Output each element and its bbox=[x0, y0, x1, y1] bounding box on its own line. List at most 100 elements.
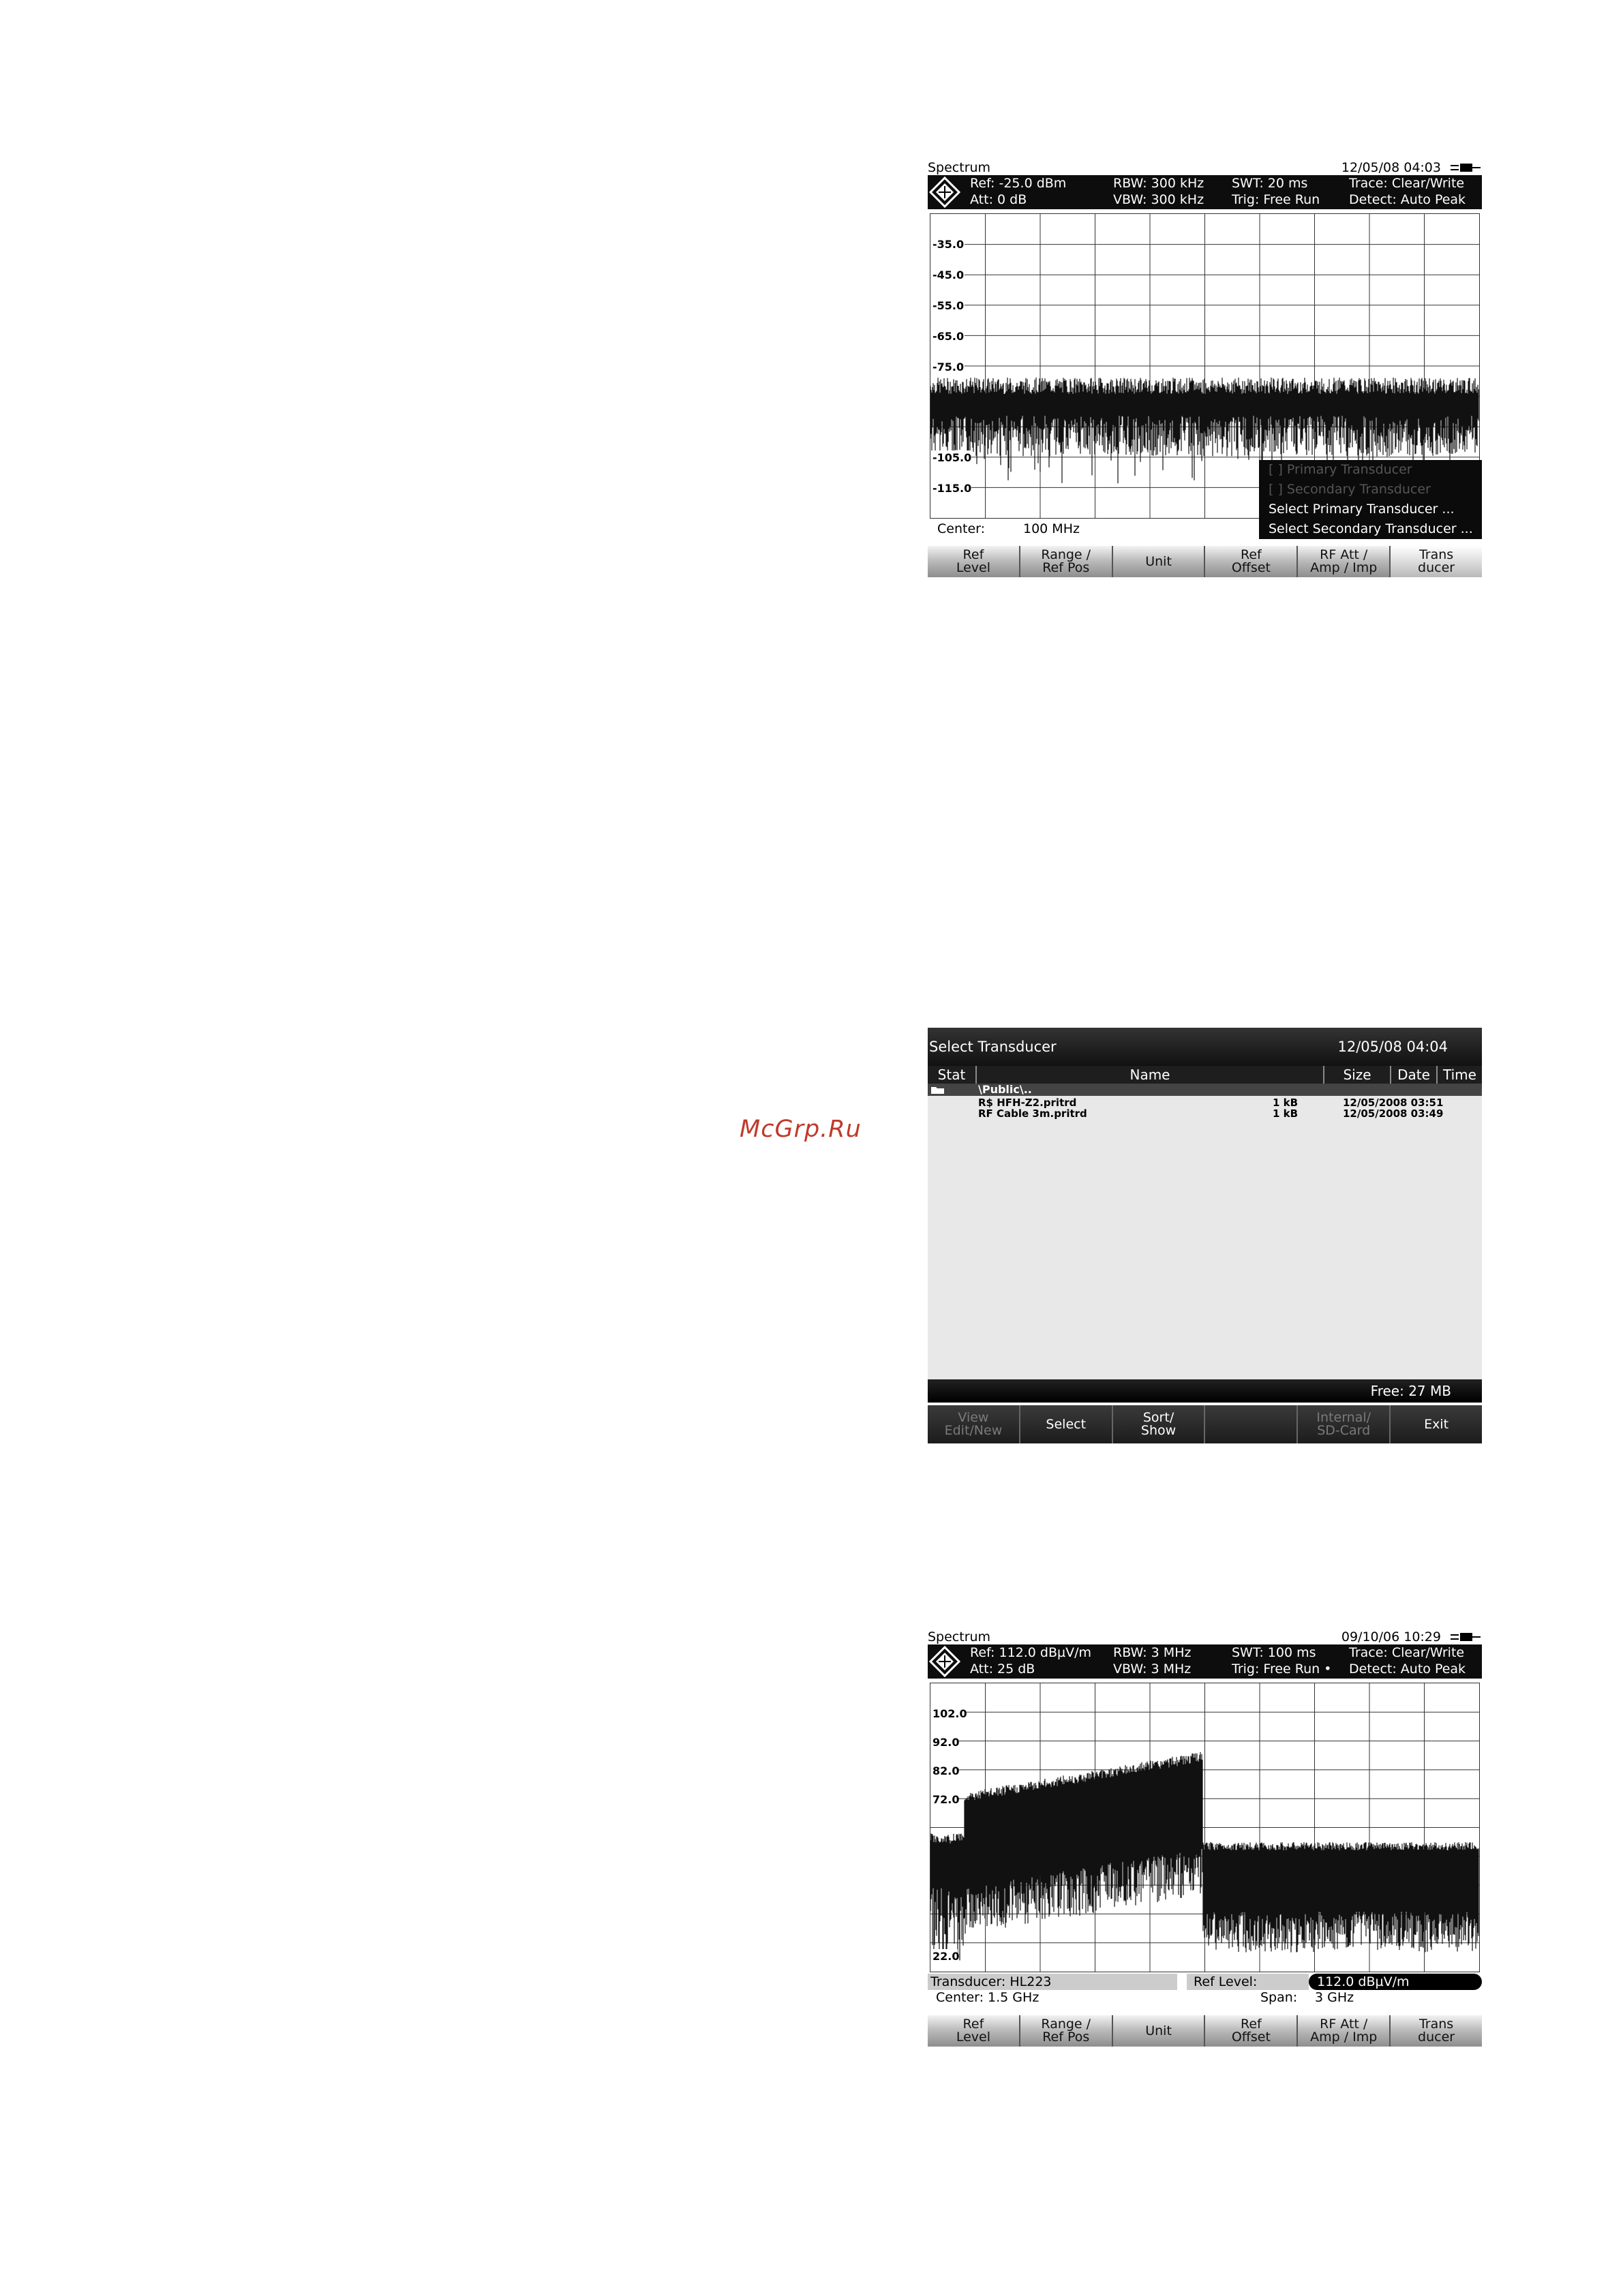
y-tick-label: -55.0 bbox=[932, 299, 964, 312]
status-line: Spectrum 09/10/06 10:29 bbox=[928, 1629, 1482, 1644]
battery-plug-icon bbox=[1451, 1633, 1481, 1641]
file-row[interactable]: R$ HFH-Z2.pritrd 1 kB 12/05/2008 03:51 bbox=[928, 1097, 1482, 1108]
transducer-field: Transducer: HL223 bbox=[928, 1974, 1177, 1990]
dialog-title: Select Transducer bbox=[929, 1039, 1057, 1055]
rbw-readout: RBW: 3 MHz bbox=[1113, 1645, 1192, 1660]
select-transducer-screen: Select Transducer 12/05/08 04:04 Stat Na… bbox=[928, 1028, 1482, 1443]
file-list: \Public\.. R$ HFH-Z2.pritrd 1 kB 12/05/2… bbox=[928, 1084, 1482, 1403]
softkey-ref-offset[interactable]: Ref Offset bbox=[1205, 546, 1297, 577]
menu-item-select-secondary[interactable]: Select Secondary Transducer ... bbox=[1259, 519, 1482, 539]
softkey-sort-show[interactable]: Sort/ Show bbox=[1112, 1405, 1204, 1443]
attenuation-readout: Att: 0 dB bbox=[970, 192, 1027, 207]
ref-level-readout: Ref: 112.0 dBµV/m bbox=[970, 1645, 1092, 1660]
softkey-bar: Ref Level Range / Ref Pos Unit Ref Offse… bbox=[928, 2015, 1482, 2047]
dialog-title-bar: Select Transducer 12/05/08 04:04 bbox=[928, 1028, 1482, 1066]
center-frequency: Center: 1.5 GHz bbox=[936, 1990, 1040, 2005]
ref-level-value: 112.0 dBµV/m bbox=[1317, 1974, 1410, 1989]
free-space-bar: Free: 27 MB bbox=[928, 1379, 1482, 1403]
transducer-menu: [ ] Primary Transducer [ ] Secondary Tra… bbox=[1259, 460, 1482, 539]
folder-path: \Public\.. bbox=[978, 1083, 1032, 1096]
column-header-size[interactable]: Size bbox=[1323, 1066, 1390, 1084]
file-size: 1 kB bbox=[1273, 1097, 1299, 1109]
span-value: 3 GHz bbox=[1315, 1990, 1354, 2005]
ref-level-readout: Ref: -25.0 dBm bbox=[970, 176, 1067, 191]
trigger-readout: Trig: Free Run • bbox=[1232, 1662, 1332, 1677]
y-tick-label: -45.0 bbox=[932, 269, 964, 281]
y-tick-label: -35.0 bbox=[932, 238, 964, 251]
softkey-rf-att[interactable]: RF Att / Amp / Imp bbox=[1298, 2015, 1390, 2047]
softkey-range-ref-pos[interactable]: Range / Ref Pos bbox=[1020, 546, 1112, 577]
trace-mode-readout: Trace: Clear/Write bbox=[1349, 1645, 1465, 1660]
softkey-transducer[interactable]: Trans ducer bbox=[1391, 546, 1482, 577]
softkey-select[interactable]: Select bbox=[1020, 1405, 1112, 1443]
softkey-range-ref-pos[interactable]: Range / Ref Pos bbox=[1020, 2015, 1112, 2047]
spectrum-plot[interactable]: 102.0 92.0 82.0 72.0 22.0 bbox=[930, 1683, 1480, 1972]
rohde-schwarz-logo-icon bbox=[929, 1646, 960, 1677]
folder-row[interactable]: \Public\.. bbox=[928, 1084, 1482, 1096]
vbw-readout: VBW: 3 MHz bbox=[1113, 1662, 1192, 1677]
softkey-ref-offset[interactable]: Ref Offset bbox=[1205, 2015, 1297, 2047]
menu-item-secondary-transducer[interactable]: [ ] Secondary Transducer bbox=[1259, 480, 1482, 500]
softkey-transducer[interactable]: Trans ducer bbox=[1391, 2015, 1482, 2047]
trigger-readout: Trig: Free Run bbox=[1232, 192, 1320, 207]
ref-level-label-box: Ref Level: bbox=[1187, 1974, 1309, 1990]
battery-plug-icon bbox=[1451, 164, 1481, 172]
mode-title: Spectrum bbox=[928, 160, 991, 175]
softkey-unit[interactable]: Unit bbox=[1112, 2015, 1204, 2047]
file-name: R$ HFH-Z2.pritrd bbox=[978, 1097, 1077, 1109]
file-name: RF Cable 3m.pritrd bbox=[978, 1107, 1087, 1120]
softkey-rf-att[interactable]: RF Att / Amp / Imp bbox=[1298, 546, 1390, 577]
ref-level-label: Ref Level: bbox=[1194, 1974, 1258, 1989]
center-value: 100 MHz bbox=[1023, 521, 1080, 536]
detector-readout: Detect: Auto Peak bbox=[1349, 192, 1466, 207]
softkey-ref-level[interactable]: Ref Level bbox=[928, 546, 1019, 577]
file-table-header: Stat Name Size Date Time bbox=[928, 1066, 1482, 1084]
column-header-stat[interactable]: Stat bbox=[928, 1066, 975, 1084]
rbw-readout: RBW: 300 kHz bbox=[1113, 176, 1204, 191]
softkey-view-edit-new[interactable]: View Edit/New bbox=[928, 1405, 1019, 1443]
date-time: 12/05/08 04:04 bbox=[1337, 1039, 1448, 1055]
file-row[interactable]: RF Cable 3m.pritrd 1 kB 12/05/2008 03:49 bbox=[928, 1108, 1482, 1119]
softkey-internal-sd-card[interactable]: Internal/ SD-Card bbox=[1298, 1405, 1390, 1443]
y-tick-label: -75.0 bbox=[932, 361, 964, 373]
detector-readout: Detect: Auto Peak bbox=[1349, 1662, 1466, 1677]
softkey-unit[interactable]: Unit bbox=[1112, 546, 1204, 577]
mode-title: Spectrum bbox=[928, 1629, 991, 1644]
y-tick-label: 92.0 bbox=[932, 1736, 959, 1749]
y-tick-label: 22.0 bbox=[932, 1950, 959, 1963]
spectrum-screen-3: Spectrum 09/10/06 10:29 Ref: 112.0 dBµV/… bbox=[928, 1629, 1482, 2047]
softkey-bar: Ref Level Range / Ref Pos Unit Ref Offse… bbox=[928, 546, 1482, 577]
y-tick-label: 82.0 bbox=[932, 1764, 959, 1777]
settings-header: Ref: -25.0 dBm Att: 0 dB RBW: 300 kHz VB… bbox=[928, 175, 1482, 209]
sweep-time-readout: SWT: 100 ms bbox=[1232, 1645, 1316, 1660]
column-header-name[interactable]: Name bbox=[975, 1066, 1323, 1084]
y-tick-label: -115.0 bbox=[932, 482, 971, 495]
softkey-ref-level[interactable]: Ref Level bbox=[928, 2015, 1019, 2047]
spectrum-trace: 102.0 92.0 82.0 72.0 22.0 bbox=[930, 1683, 1479, 1972]
free-space: Free: 27 MB bbox=[1370, 1383, 1451, 1399]
transducer-status-bar: Transducer: HL223 Ref Level: 112.0 dBµV/… bbox=[928, 1974, 1482, 1990]
menu-item-primary-transducer[interactable]: [ ] Primary Transducer bbox=[1259, 460, 1482, 480]
file-date: 12/05/2008 03:49 bbox=[1343, 1107, 1444, 1120]
file-date: 12/05/2008 03:51 bbox=[1343, 1097, 1444, 1109]
spectrum-screen-1: Spectrum 12/05/08 04:03 Ref: -25.0 dBm A… bbox=[928, 160, 1482, 577]
status-line: Spectrum 12/05/08 04:03 bbox=[928, 160, 1482, 175]
rohde-schwarz-logo-icon bbox=[929, 177, 960, 208]
vbw-readout: VBW: 300 kHz bbox=[1113, 192, 1204, 207]
menu-item-select-primary[interactable]: Select Primary Transducer ... bbox=[1259, 500, 1482, 519]
softkey-empty[interactable] bbox=[1205, 1405, 1297, 1443]
folder-icon bbox=[931, 1087, 944, 1094]
softkey-bar: View Edit/New Select Sort/ Show Internal… bbox=[928, 1405, 1482, 1443]
span-label: Span: bbox=[1260, 1990, 1298, 2005]
watermark-text: McGrp.Ru bbox=[740, 1116, 862, 1143]
y-tick-label: 72.0 bbox=[932, 1793, 959, 1806]
column-header-time[interactable]: Time bbox=[1436, 1066, 1482, 1084]
ref-level-input[interactable]: 112.0 dBµV/m bbox=[1309, 1974, 1482, 1990]
attenuation-readout: Att: 25 dB bbox=[970, 1662, 1035, 1677]
date-time: 12/05/08 04:03 bbox=[1341, 160, 1441, 175]
center-span-bar: Center: 1.5 GHz Span: 3 GHz bbox=[928, 1990, 1482, 2005]
sweep-time-readout: SWT: 20 ms bbox=[1232, 176, 1308, 191]
softkey-exit[interactable]: Exit bbox=[1391, 1405, 1482, 1443]
column-header-date[interactable]: Date bbox=[1390, 1066, 1436, 1084]
trace-mode-readout: Trace: Clear/Write bbox=[1349, 176, 1465, 191]
